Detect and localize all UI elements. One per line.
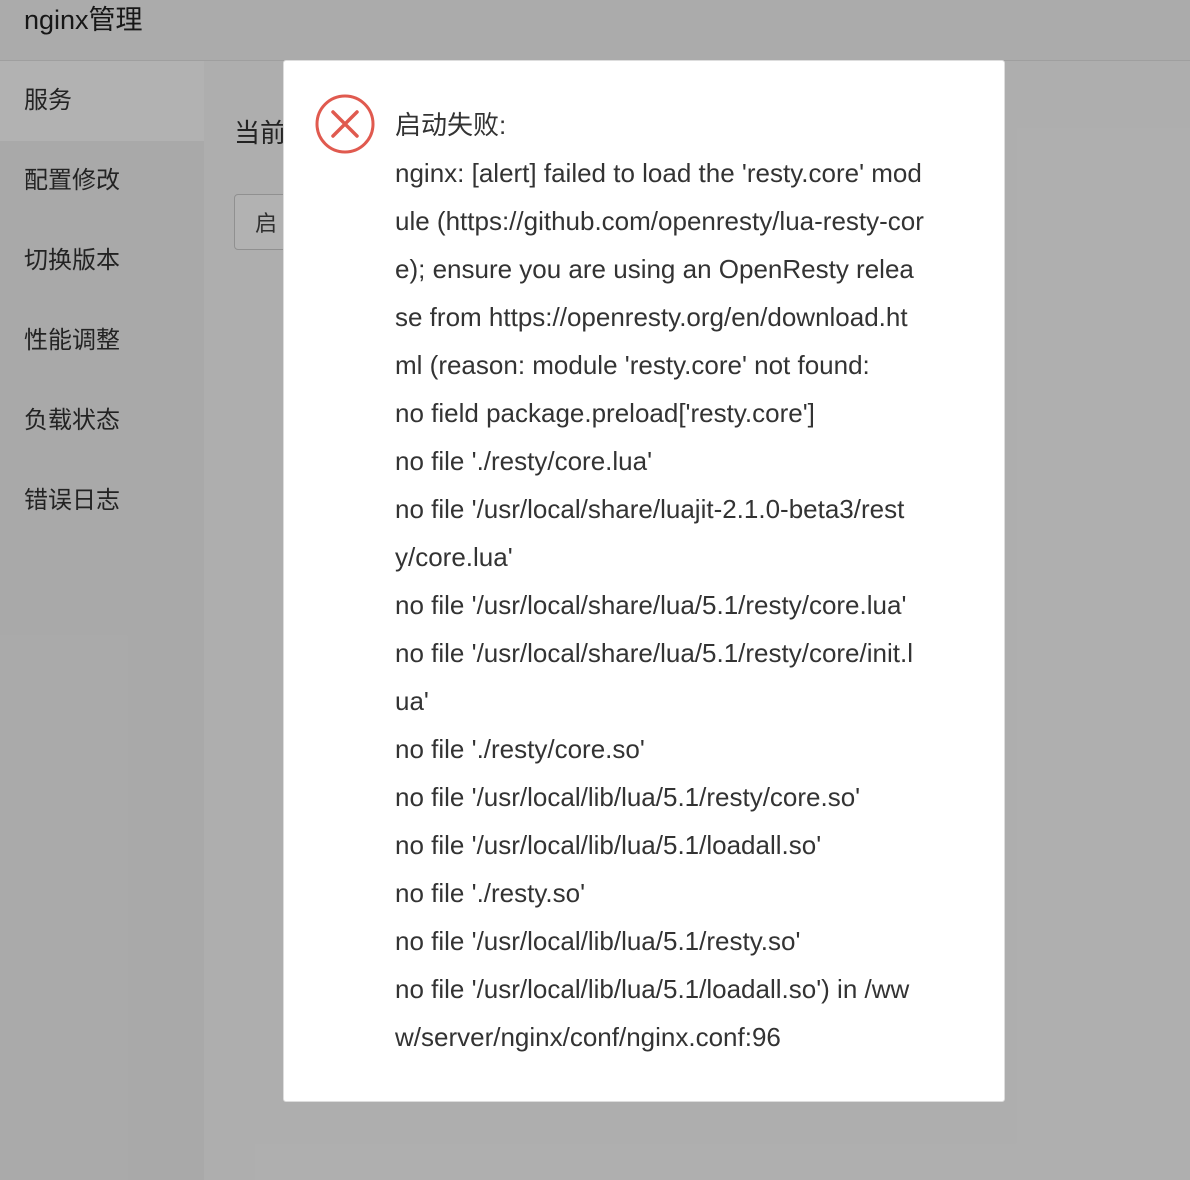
dialog-message-line: no file '/usr/local/share/lua/5.1/resty/… <box>395 590 907 620</box>
dialog-message-line: no file './resty/core.lua' <box>395 446 653 476</box>
dialog-message-line: no file './resty/core.so' <box>395 734 645 764</box>
dialog-message-line: no field package.preload['resty.core'] <box>395 398 815 428</box>
dialog-heading: 启动失败: <box>395 110 507 140</box>
dialog-message-line: se from https://openresty.org/en/downloa… <box>395 302 908 332</box>
error-dialog: 启动失败: nginx: [alert] failed to load the … <box>283 60 1005 1102</box>
app-window: nginx管理 服务 配置修改 切换版本 性能调整 负载状态 错误日志 当前 启 <box>0 0 1190 1180</box>
dialog-message-line: no file '/usr/local/lib/lua/5.1/loadall.… <box>395 974 910 1004</box>
dialog-message-line: e); ensure you are using an OpenResty re… <box>395 254 914 284</box>
error-circle-x-icon <box>315 94 375 154</box>
dialog-message-line: ua' <box>395 686 429 716</box>
dialog-message-line: no file '/usr/local/lib/lua/5.1/loadall.… <box>395 830 822 860</box>
dialog-message-line: no file '/usr/local/share/luajit-2.1.0-b… <box>395 494 905 524</box>
dialog-message-line: no file './resty.so' <box>395 878 586 908</box>
dialog-message-line: no file '/usr/local/lib/lua/5.1/resty.so… <box>395 926 801 956</box>
dialog-message-line: no file '/usr/local/share/lua/5.1/resty/… <box>395 638 913 668</box>
dialog-message-line: nginx: [alert] failed to load the 'resty… <box>395 158 922 188</box>
dialog-message-line: ml (reason: module 'resty.core' not foun… <box>395 350 870 380</box>
dialog-message-line: no file '/usr/local/lib/lua/5.1/resty/co… <box>395 782 861 812</box>
dialog-message: 启动失败: nginx: [alert] failed to load the … <box>395 101 969 1061</box>
dialog-message-line: y/core.lua' <box>395 542 513 572</box>
dialog-message-line: w/server/nginx/conf/nginx.conf:96 <box>395 1022 781 1052</box>
dialog-message-line: ule (https://github.com/openresty/lua-re… <box>395 206 924 236</box>
